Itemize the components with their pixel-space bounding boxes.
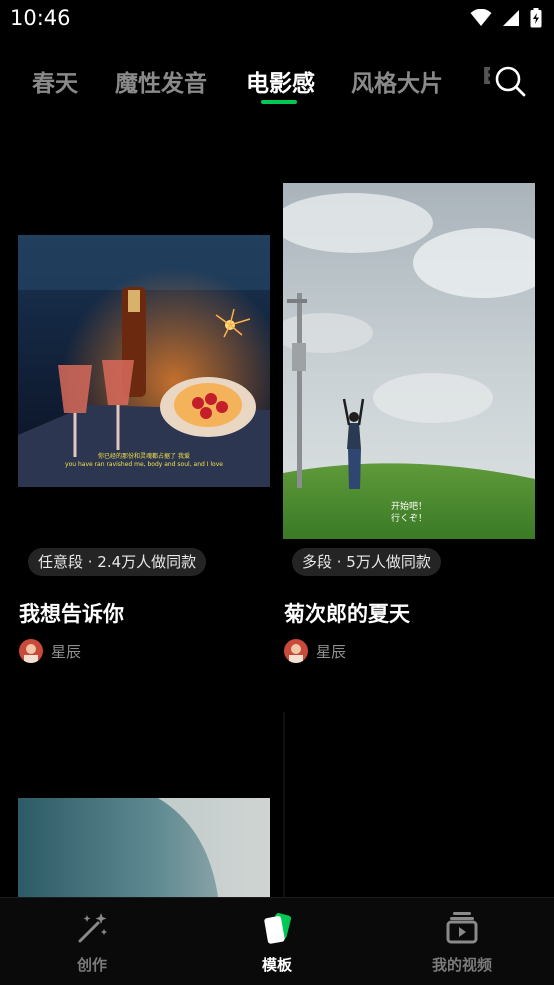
magic-wand-icon <box>74 910 110 950</box>
template-icon <box>259 910 295 950</box>
usage-badge: 多段 · 5万人做同款 <box>292 548 441 576</box>
nav-create[interactable]: 创作 <box>0 898 184 985</box>
tab-style-blockbuster[interactable]: 风格大片 <box>351 64 443 98</box>
summer-field-image <box>283 183 535 539</box>
tab-magic-voice[interactable]: 魔性发音 <box>115 64 207 98</box>
author-name: 星辰 <box>316 642 347 661</box>
author-row[interactable]: 星辰 <box>19 639 81 663</box>
status-bar: 10:46 <box>0 0 554 40</box>
active-tab-indicator <box>261 100 297 104</box>
nav-templates[interactable]: 模板 <box>185 898 369 985</box>
caption-line-ja: 行くぞ！ <box>390 514 427 524</box>
caption-line-zh: 你已经的那份和灵魂都占据了 我爱 <box>98 453 190 460</box>
template-thumbnail-1[interactable]: 你已经的那份和灵魂都占据了 我爱 you have ran ravished m… <box>18 235 270 487</box>
my-videos-icon <box>444 910 480 950</box>
template-thumbnail-2[interactable]: 开始吧！ 行くぞ！ <box>283 183 535 539</box>
nav-my-videos[interactable]: 我的视频 <box>370 898 554 985</box>
template-title[interactable]: 菊次郎的夏天 <box>284 598 410 628</box>
search-button[interactable] <box>490 62 530 102</box>
card-4-edge <box>283 712 285 897</box>
subtitle-caption: 你已经的那份和灵魂都占据了 我爱 you have ran ravished m… <box>18 453 270 469</box>
caption-line-en: you have ran ravished me, body and soul,… <box>65 461 223 468</box>
nav-templates-label: 模板 <box>261 956 292 974</box>
search-icon <box>495 66 526 97</box>
author-row[interactable]: 星辰 <box>284 639 346 663</box>
avatar <box>19 639 43 663</box>
status-time: 10:46 <box>10 6 71 30</box>
tab-cinematic[interactable]: 电影感 <box>246 64 315 98</box>
cellular-signal-icon <box>503 10 519 26</box>
avatar <box>284 639 308 663</box>
nav-my-videos-label: 我的视频 <box>431 956 492 974</box>
tab-spring[interactable]: 春天 <box>32 64 78 98</box>
celebration-image <box>18 235 270 487</box>
status-icons <box>470 8 542 28</box>
template-thumbnail-3[interactable] <box>18 798 270 897</box>
template-title[interactable]: 我想告诉你 <box>19 598 124 628</box>
wifi-icon <box>470 9 492 26</box>
partial-thumbnail-image <box>18 798 270 897</box>
bottom-navigation: 创作 模板 我的视频 <box>0 897 554 985</box>
battery-icon <box>530 8 542 28</box>
nav-create-label: 创作 <box>76 956 107 974</box>
usage-badge: 任意段 · 2.4万人做同款 <box>28 548 207 576</box>
author-name: 星辰 <box>51 642 82 661</box>
caption-line-zh: 开始吧！ <box>390 502 427 512</box>
subtitle-caption: 开始吧！ 行くぞ！ <box>283 501 535 525</box>
